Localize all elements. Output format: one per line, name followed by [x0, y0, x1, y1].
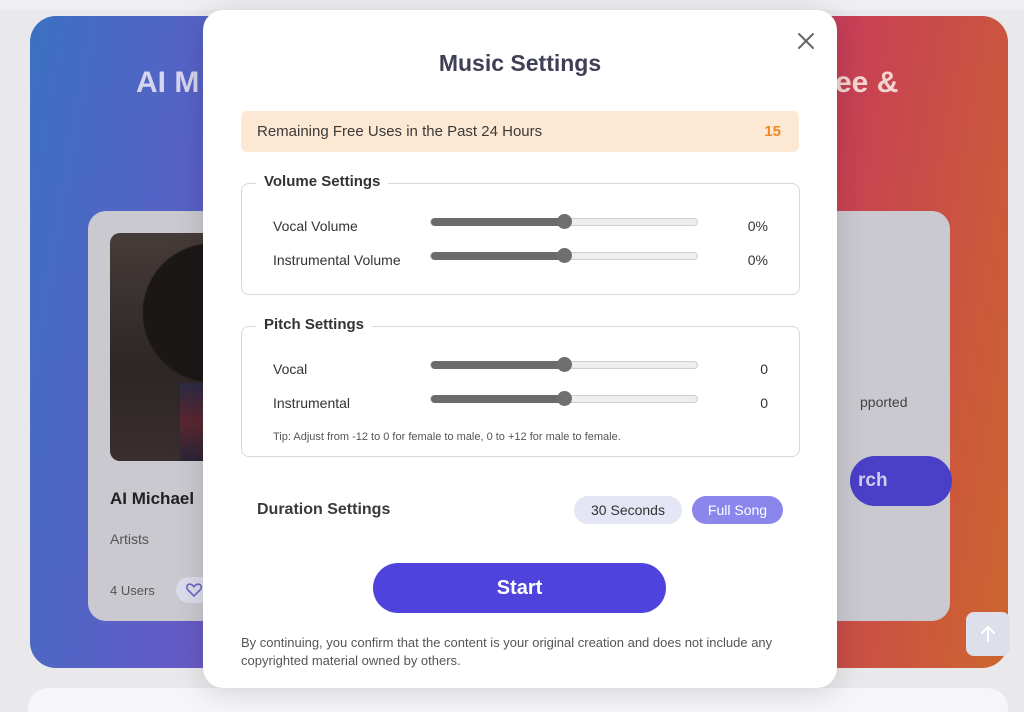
pitch-tip: Tip: Adjust from -12 to 0 for female to …: [273, 431, 621, 443]
start-button[interactable]: Start: [373, 563, 666, 613]
slider-thumb[interactable]: [556, 357, 572, 372]
search-button[interactable]: rch: [850, 456, 952, 506]
hero-title-left: AI M: [136, 66, 200, 99]
volume-settings-legend: Volume Settings: [256, 173, 389, 190]
hero-title-right: ee &: [835, 66, 899, 99]
instrumental-volume-slider[interactable]: [430, 248, 698, 263]
slider-thumb[interactable]: [556, 248, 572, 263]
duration-settings-label: Duration Settings: [257, 501, 391, 518]
vocal-pitch-slider[interactable]: [430, 357, 698, 372]
remaining-uses-count: 15: [764, 123, 781, 140]
supported-text: pported: [860, 394, 908, 410]
slider-fill: [431, 361, 564, 369]
instrumental-volume-value: 0%: [747, 252, 768, 268]
duration-30-seconds-option[interactable]: 30 Seconds: [574, 496, 682, 524]
search-card: pported rch: [820, 211, 952, 621]
slider-thumb[interactable]: [556, 214, 572, 229]
scroll-to-top-button[interactable]: [966, 612, 1010, 656]
bottom-section: [28, 688, 1008, 712]
disclaimer-text: By continuing, you confirm that the cont…: [241, 635, 773, 668]
modal-title: Music Settings: [438, 50, 602, 76]
volume-settings-group: Volume Settings Vocal Volume 0% Instrume…: [241, 173, 800, 295]
vocal-volume-label: Vocal Volume: [273, 218, 358, 234]
arrow-up-icon: [980, 625, 996, 643]
slider-fill: [431, 395, 564, 403]
slider-thumb[interactable]: [556, 391, 572, 406]
vocal-pitch-label: Vocal: [273, 361, 308, 377]
remaining-uses-label: Remaining Free Uses in the Past 24 Hours: [257, 123, 543, 140]
instrumental-pitch-value: 0: [760, 395, 768, 411]
music-settings-modal: Music Settings Remaining Free Uses in th…: [203, 10, 837, 688]
close-icon: [798, 33, 814, 49]
artist-category: Artists: [110, 531, 149, 547]
artist-name: AI Michael: [110, 489, 195, 508]
top-strip: [0, 0, 1024, 10]
pitch-settings-legend: Pitch Settings: [256, 316, 373, 333]
vocal-volume-slider[interactable]: [430, 214, 698, 229]
instrumental-pitch-slider[interactable]: [430, 391, 698, 406]
remaining-uses-banner: Remaining Free Uses in the Past 24 Hours…: [241, 111, 799, 152]
artist-users-count: 4 Users: [110, 583, 155, 598]
instrumental-pitch-label: Instrumental: [273, 395, 351, 411]
instrumental-volume-label: Instrumental Volume: [273, 252, 401, 268]
slider-fill: [431, 252, 564, 260]
vocal-pitch-value: 0: [760, 361, 768, 377]
duration-full-song-option[interactable]: Full Song: [692, 496, 783, 524]
vocal-volume-value: 0%: [747, 218, 768, 234]
close-button[interactable]: [795, 30, 817, 52]
heart-icon: [186, 583, 202, 597]
slider-fill: [431, 218, 564, 226]
pitch-settings-group: Pitch Settings Vocal 0 Instrumental 0 Ti…: [241, 316, 800, 457]
